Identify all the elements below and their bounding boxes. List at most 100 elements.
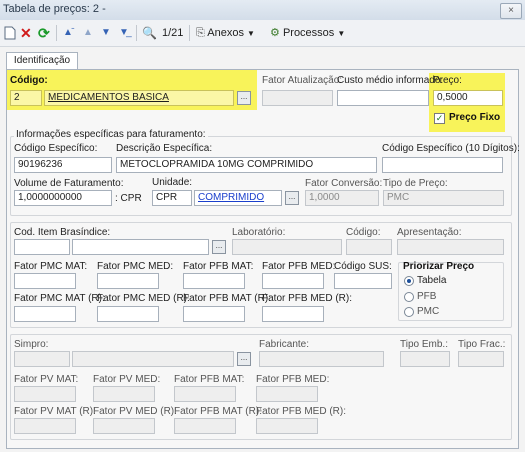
fator-conversao-label: Fator Conversão: [305,178,383,189]
fator-pv-med-r-field [93,418,155,434]
fator-pfb-med-simpro-field [256,386,318,402]
anexos-menu[interactable]: ⎘ Anexos ▼ [196,20,255,46]
fator-pv-mat-r-label: Fator PV MAT (R): [14,406,96,417]
laboratorio-label: Laboratório: [232,227,286,238]
fator-pfb-mat-input[interactable] [183,273,245,289]
tipo-preco-field: PMC [383,190,504,206]
fator-pfb-med-simpro-label: Fator PFB MED: [256,374,330,385]
radio-tabela-label: Tabela [417,275,447,286]
unidade-label: Unidade: [152,177,193,188]
fator-pfb-mat-label: Fator PFB MAT: [183,261,254,272]
brasindice-lookup-button[interactable]: ... [212,240,226,254]
fator-pmc-mat-input[interactable] [14,273,76,289]
priorizar-preco-title: Priorizar Preço [403,261,475,272]
tipo-emb-field [400,351,450,367]
volume-input[interactable]: 1,0000000000 [14,190,112,206]
refresh-icon[interactable]: ⟳ [38,20,50,46]
delete-icon[interactable]: ✕ [20,20,32,46]
toolbar-separator [189,25,190,41]
descricao-especifica-input[interactable]: METOCLOPRAMIDA 10MG COMPRIMIDO [116,157,377,173]
faturamento-title: Informações específicas para faturamento… [14,129,208,140]
fator-pv-med-field [93,386,155,402]
fator-pfb-mat-r-simpro-field [174,418,236,434]
fator-atualizacao-field [262,90,333,106]
fator-pfb-mat-r-label: Fator PFB MAT (R): [183,293,271,304]
radio-unselected-icon [404,292,414,302]
codigo-sus-label: Código SUS: [334,261,392,272]
fator-pfb-mat-r-simpro-label: Fator PFB MAT (R): [174,406,262,417]
codigo-label: Código: [10,75,48,86]
previous-record-icon[interactable]: ▲ [83,20,93,46]
fator-pmc-med-r-label: Fator PMC MED (R): [97,293,190,304]
processos-menu[interactable]: ⚙ Processos ▼ [270,20,345,46]
fator-pmc-med-r-input[interactable] [97,306,159,322]
codigo-lookup-button[interactable]: ... [237,91,251,105]
radio-pfb-label: PFB [417,291,437,302]
preco-label: Preço: [433,75,462,86]
checkmark-icon: ✓ [434,113,445,124]
fator-pfb-med-r-simpro-label: Fator PFB MED (R): [256,406,347,417]
radio-pmc-label: PMC [417,306,440,317]
fator-pmc-mat-label: Fator PMC MAT: [14,261,88,272]
window-title: Tabela de preços: 2 - [3,3,106,15]
last-record-icon[interactable]: ▼̲ [119,20,129,46]
brasindice-description-field [72,239,209,255]
fator-conversao-field: 1,0000 [305,190,379,206]
fator-pmc-med-input[interactable] [97,273,159,289]
fator-pfb-med-label: Fator PFB MED: [262,261,336,272]
laboratorio-field [232,239,342,255]
codigo-field-brasindice [346,239,392,255]
fator-pmc-mat-r-input[interactable] [14,306,76,322]
fator-pfb-mat-simpro-label: Fator PFB MAT: [174,374,245,385]
fator-pmc-med-label: Fator PMC MED: [97,261,174,272]
title-bar: Tabela de preços: 2 - × [0,0,525,21]
fator-pv-mat-r-field [14,418,76,434]
cod-item-brasindice-input[interactable] [14,239,70,255]
tipo-preco-label: Tipo de Preço: [383,178,448,189]
fator-pv-med-r-label: Fator PV MED (R): [93,406,177,417]
unidade-lookup-button[interactable]: ... [285,191,299,205]
dropdown-arrow-icon: ▼ [337,29,346,38]
fator-pfb-med-r-simpro-field [256,418,318,434]
fator-pv-med-label: Fator PV MED: [93,374,161,385]
simpro-lookup-button[interactable]: ... [237,352,251,366]
simpro-code-field [14,351,70,367]
fabricante-label: Fabricante: [259,339,310,350]
fator-pfb-med-r-input[interactable] [262,306,324,322]
descricao-especifica-label: Descrição Específica: [116,143,213,154]
radio-unselected-icon [404,307,414,317]
binoculars-icon[interactable]: 🔍 [142,20,157,46]
fator-pfb-med-r-label: Fator PFB MED (R): [262,293,353,304]
volume-unit: : CPR [115,193,142,204]
fabricante-field [259,351,384,367]
gear-icon: ⚙ [270,27,280,39]
codigo-label-brasindice: Código: [346,227,381,238]
first-record-icon[interactable]: ▲̄ [63,20,73,46]
fator-pmc-mat-r-label: Fator PMC MAT (R): [14,293,105,304]
new-document-icon[interactable] [4,20,16,46]
unidade-description-link[interactable]: COMPRIMIDO [198,192,264,203]
fator-atualizacao-label: Fator Atualização: [262,75,343,86]
codigo-sus-input[interactable] [334,273,392,289]
fator-pfb-med-input[interactable] [262,273,324,289]
dropdown-arrow-icon: ▼ [247,29,255,38]
fator-pfb-mat-r-input[interactable] [183,306,245,322]
tab-identificacao[interactable]: Identificação [6,52,78,70]
unidade-code-input[interactable]: CPR [152,190,192,206]
close-button[interactable]: × [500,3,522,19]
preco-input[interactable]: 0,5000 [433,90,503,106]
toolbar-separator [56,25,57,41]
simpro-label: Simpro: [14,339,49,350]
codigo-input[interactable]: 2 [10,90,42,106]
codigo-10-input[interactable] [382,157,503,173]
fator-pfb-mat-simpro-field [174,386,236,402]
next-record-icon[interactable]: ▼ [101,20,111,46]
preco-fixo-label: Preço Fixo [449,112,501,123]
codigo-10-label: Código Específico (10 Dígitos): [382,143,520,154]
custo-medio-input[interactable] [337,90,429,106]
custo-medio-label: Custo médio informado: [337,75,444,86]
codigo-especifico-input[interactable]: 90196236 [14,157,112,173]
toolbar: ✕ ⟳ ▲̄ ▲ ▼ ▼̲ 🔍 1/21 ⎘ Anexos ▼ ⚙ Proces… [0,20,525,47]
simpro-description-field [72,351,234,367]
toolbar-separator [136,25,137,41]
